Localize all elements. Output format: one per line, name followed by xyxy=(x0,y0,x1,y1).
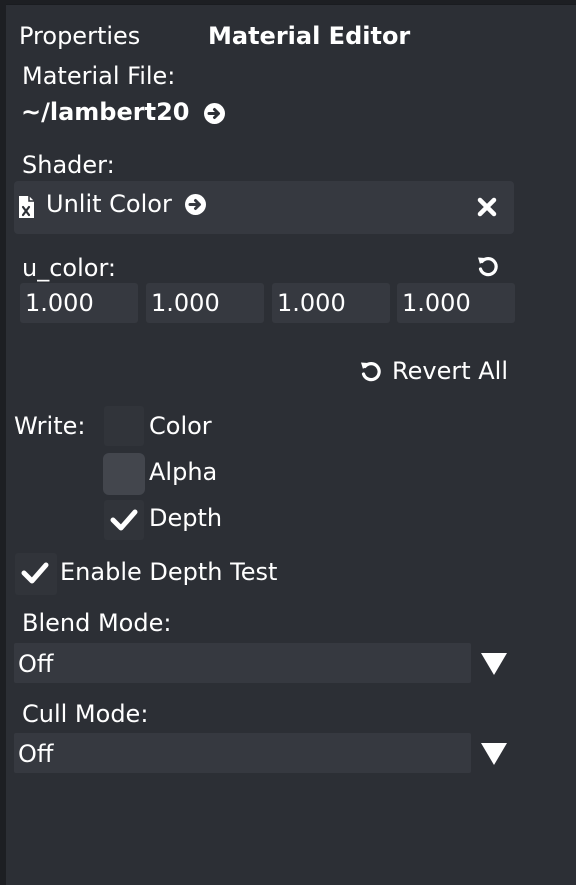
material-editor-panel: Properties Material Editor Material File… xyxy=(6,4,576,885)
shader-label: Shader: xyxy=(22,151,115,179)
checkmark-icon xyxy=(110,509,138,531)
blend-mode-label: Blend Mode: xyxy=(22,609,172,637)
material-file-path[interactable]: ~/lambert20 xyxy=(21,98,189,126)
blend-mode-select[interactable]: Off xyxy=(14,643,471,683)
cull-mode-select[interactable]: Off xyxy=(14,733,471,773)
uniform-value-field[interactable]: 1.000 xyxy=(146,283,264,323)
cull-mode-value: Off xyxy=(18,740,54,768)
uniform-value-field[interactable]: 1.000 xyxy=(272,283,390,323)
write-alpha-label: Alpha xyxy=(149,458,218,486)
depth-test-checkbox[interactable] xyxy=(15,553,57,595)
write-depth-checkbox[interactable] xyxy=(104,500,144,540)
chevron-down-icon[interactable] xyxy=(481,743,507,765)
revert-icon[interactable] xyxy=(476,255,500,283)
material-file-row: ~/lambert20 xyxy=(21,97,225,127)
revert-icon xyxy=(359,360,383,388)
checkmark-icon xyxy=(21,562,49,584)
revert-all-label: Revert All xyxy=(392,357,508,385)
uniform-value-text: 1.000 xyxy=(151,289,220,317)
close-icon[interactable] xyxy=(477,197,497,221)
tab-properties[interactable]: Properties xyxy=(19,21,140,51)
uniform-value-text: 1.000 xyxy=(25,289,94,317)
blend-mode-value: Off xyxy=(18,650,54,678)
tab-material-editor[interactable]: Material Editor xyxy=(208,21,410,51)
chevron-down-icon[interactable] xyxy=(481,653,507,675)
uniform-value-text: 1.000 xyxy=(277,289,346,317)
shader-name: Unlit Color xyxy=(46,190,172,218)
write-depth-label: Depth xyxy=(149,504,223,532)
uniform-name-label: u_color: xyxy=(22,254,116,282)
write-color-label: Color xyxy=(149,412,212,440)
write-color-checkbox[interactable] xyxy=(104,406,144,446)
uniform-value-text: 1.000 xyxy=(402,289,471,317)
circle-arrow-right-icon[interactable] xyxy=(203,102,225,124)
uniform-value-field[interactable]: 1.000 xyxy=(397,283,515,323)
circle-arrow-right-icon[interactable] xyxy=(185,194,206,215)
material-file-label: Material File: xyxy=(22,62,176,90)
write-label: Write: xyxy=(14,412,86,440)
uniform-value-field[interactable]: 1.000 xyxy=(20,283,138,323)
shader-field[interactable]: Unlit Color xyxy=(14,181,514,234)
cull-mode-label: Cull Mode: xyxy=(22,700,149,728)
write-alpha-checkbox[interactable] xyxy=(103,453,145,495)
depth-test-label: Enable Depth Test xyxy=(60,558,278,586)
shader-file-icon xyxy=(18,195,35,223)
